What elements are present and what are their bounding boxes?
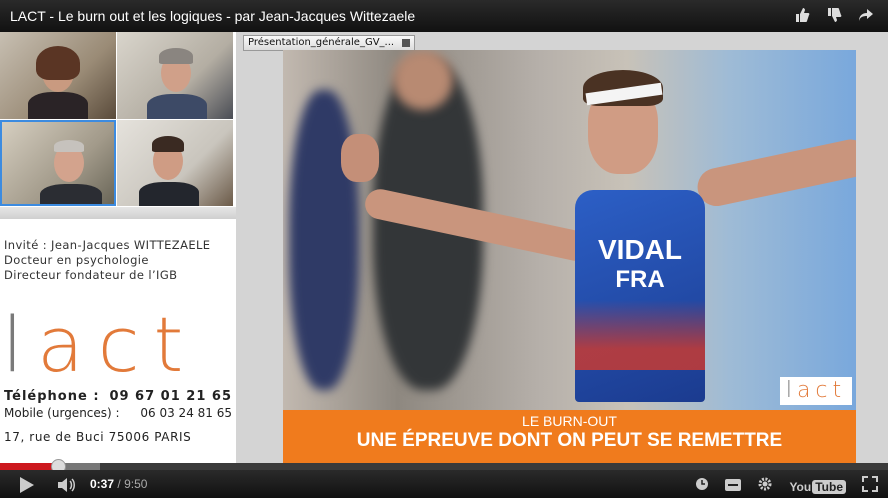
- slide-photo: VIDAL FRA lact: [283, 50, 856, 410]
- participant-body: [28, 92, 88, 119]
- mobile-row: Mobile (urgences) : 06 03 24 81 65: [4, 405, 232, 422]
- left-panel: Invité : Jean-Jacques WITTEZAELE Docteur…: [0, 32, 236, 463]
- presentation-panel: Présentation_générale_GV_... VIDAL FRA l…: [236, 32, 888, 463]
- youtube-logo[interactable]: You Tube: [789, 479, 846, 494]
- jersey-name: VIDAL: [598, 234, 682, 265]
- webcam-tile-2[interactable]: [117, 32, 233, 119]
- dislike-icon[interactable]: [826, 7, 842, 23]
- participant-hair: [54, 140, 84, 152]
- player-title-bar: LACT - Le burn out et les logiques - par…: [0, 0, 888, 32]
- participant-hair: [152, 136, 184, 152]
- panel-divider: [0, 207, 236, 219]
- video-title[interactable]: LACT - Le burn out et les logiques - par…: [10, 8, 415, 24]
- presentation-tab[interactable]: Présentation_générale_GV_...: [243, 35, 416, 51]
- athlete-jersey: VIDAL FRA: [575, 190, 705, 402]
- participant-hair: [36, 46, 80, 80]
- contact-info: Téléphone : 09 67 01 21 65 Mobile (urgen…: [4, 388, 232, 446]
- title-actions: [794, 7, 874, 23]
- jersey-country: FRA: [615, 266, 665, 293]
- document-icon: [402, 39, 411, 47]
- guest-info: Invité : Jean-Jacques WITTEZAELE Docteur…: [4, 238, 232, 283]
- background-runner-head: [393, 50, 453, 110]
- webcam-tile-4[interactable]: [117, 120, 233, 206]
- guest-title: Docteur en psychologie: [4, 253, 149, 267]
- guest-name: Invité : Jean-Jacques WITTEZAELE: [4, 238, 211, 252]
- athlete-arm-right: [694, 136, 856, 210]
- banner-title: UNE ÉPREUVE DONT ON PEUT SE REMETTRE: [356, 430, 783, 451]
- mobile-value: 06 03 24 81 65: [140, 406, 232, 420]
- captions-icon[interactable]: [725, 478, 742, 496]
- mobile-label: Mobile (urgences) :: [4, 406, 120, 420]
- play-icon[interactable]: [20, 477, 34, 493]
- athlete-fist: [341, 134, 379, 182]
- slide: VIDAL FRA lact LE BURN-OUT UNE ÉPREUVE D…: [283, 50, 856, 463]
- progress-bar[interactable]: [0, 459, 888, 474]
- webcam-tile-1[interactable]: [0, 32, 116, 119]
- share-icon[interactable]: [858, 7, 874, 23]
- time-display: 0:37 / 9:50: [90, 477, 147, 491]
- player-controls: 0:37 / 9:50 You Tube: [0, 470, 888, 498]
- current-time: 0:37: [90, 477, 115, 491]
- webcam-tile-3-active[interactable]: [0, 120, 116, 206]
- phone-value: 09 67 01 21 65: [109, 389, 232, 404]
- banner-subtitle: LE BURN-OUT: [522, 413, 617, 429]
- volume-icon[interactable]: [58, 478, 78, 492]
- lact-logo: lact: [2, 300, 198, 389]
- watch-later-icon[interactable]: [695, 477, 709, 496]
- slide-banner: LE BURN-OUT UNE ÉPREUVE DONT ON PEUT SE …: [283, 410, 856, 463]
- jersey-stripe: [575, 300, 705, 370]
- fullscreen-icon[interactable]: [862, 476, 878, 497]
- participant-body: [147, 94, 207, 119]
- participant-hair: [159, 48, 193, 64]
- guest-role: Directeur fondateur de l’IGB: [4, 268, 178, 282]
- slide-lact-badge: lact: [780, 377, 852, 405]
- right-controls: You Tube: [695, 476, 878, 497]
- phone-label: Téléphone :: [4, 389, 100, 404]
- settings-gear-icon[interactable]: [757, 476, 773, 497]
- address: 17, rue de Buci 75006 PARIS: [4, 430, 192, 444]
- phone-row: Téléphone : 09 67 01 21 65: [4, 388, 232, 405]
- participant-body: [139, 182, 199, 206]
- played-bar: [0, 463, 58, 470]
- duration: 9:50: [124, 477, 148, 491]
- time-separator: /: [117, 477, 121, 491]
- like-icon[interactable]: [794, 7, 810, 23]
- presentation-tab-label: Présentation_générale_GV_...: [248, 37, 395, 48]
- participant-body: [40, 184, 102, 204]
